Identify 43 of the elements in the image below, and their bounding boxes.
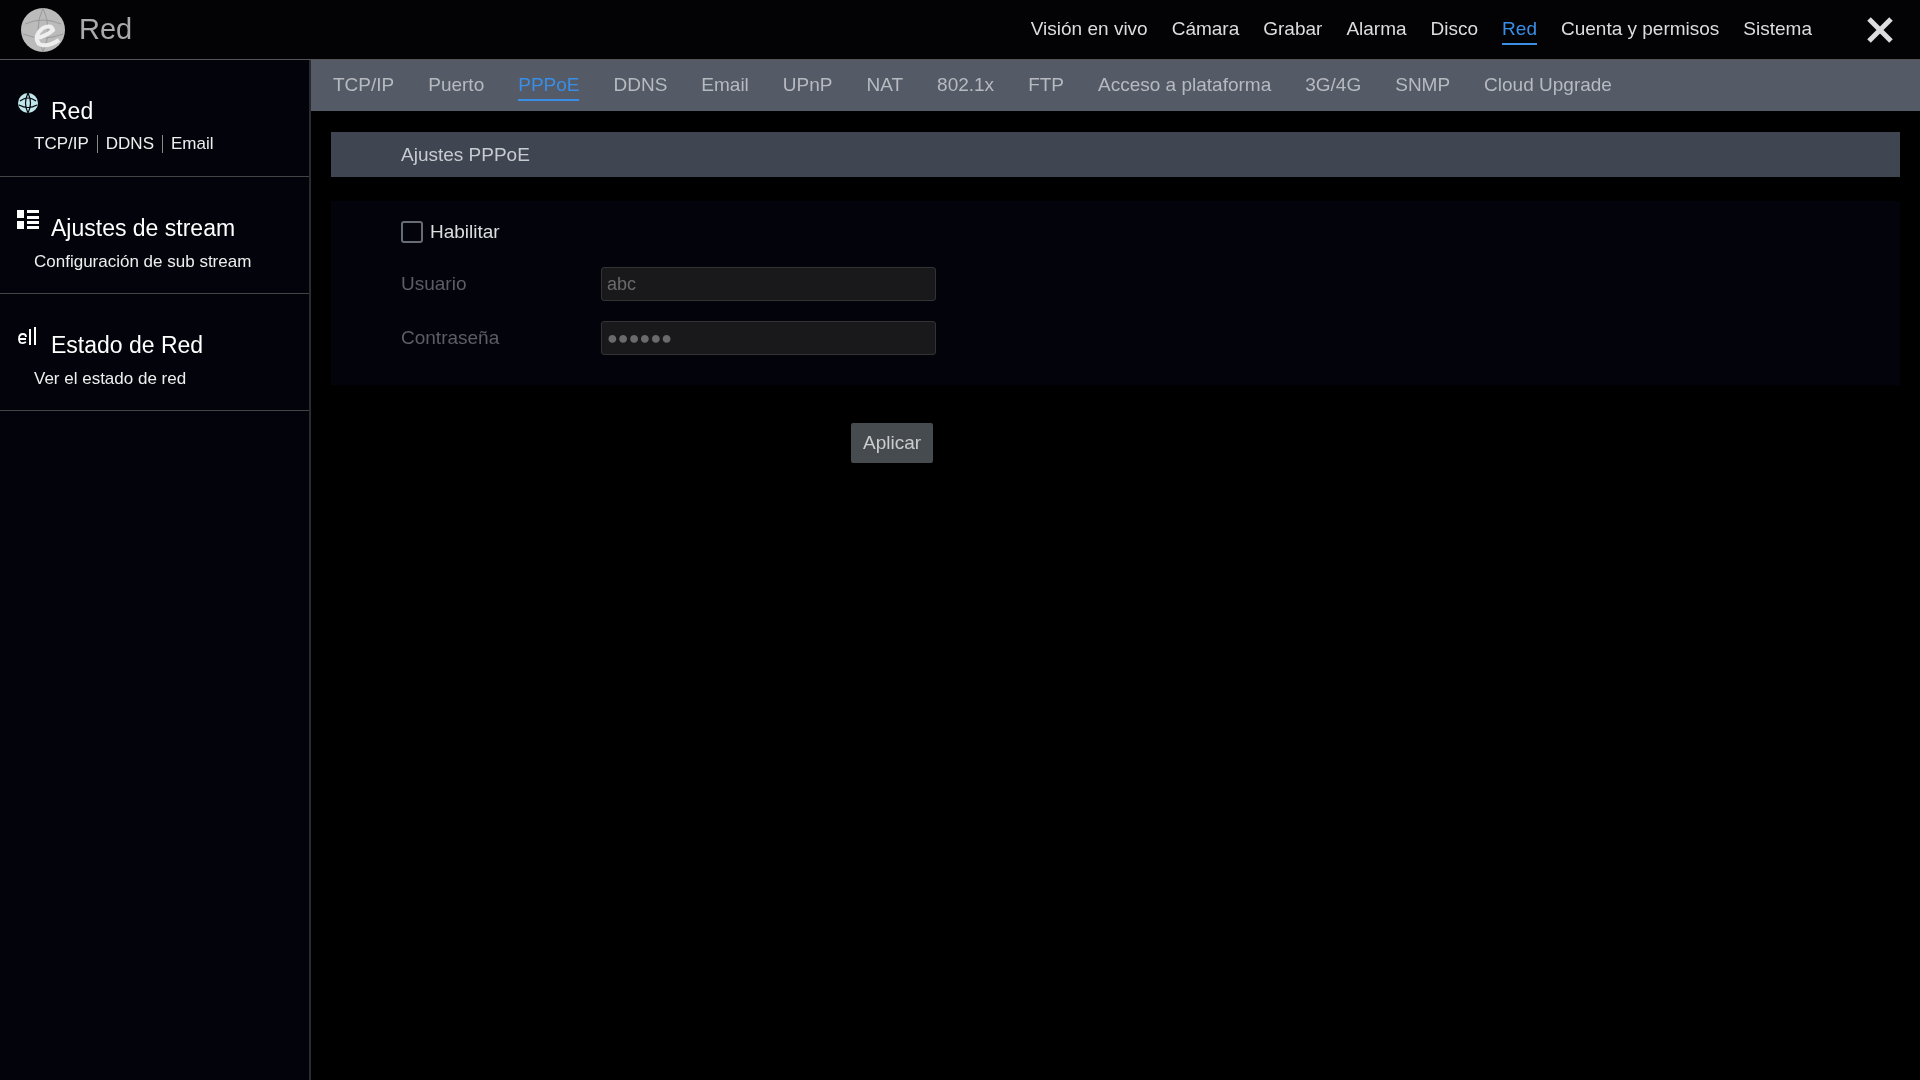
sidebar-item-title: Red — [51, 98, 94, 125]
app-title: Red — [79, 13, 133, 46]
settings-tab[interactable]: Acceso a plataforma — [1098, 70, 1272, 101]
nav-tab[interactable]: Cámara — [1171, 14, 1240, 45]
checkbox-label: Habilitar — [430, 221, 500, 243]
settings-tab[interactable]: Email — [701, 70, 749, 101]
enable-checkbox[interactable] — [401, 221, 423, 243]
nav-tab[interactable]: Sistema — [1743, 14, 1812, 45]
sidebar-item-subtitle: Ver el estado de red — [34, 369, 187, 389]
settings-tab[interactable]: SNMP — [1395, 70, 1451, 101]
settings-tab[interactable]: NAT — [866, 70, 904, 101]
settings-tab[interactable]: DDNS — [613, 70, 668, 101]
settings-tab[interactable]: Puerto — [428, 70, 485, 101]
sidebar-item[interactable]: Red TCP/IP DDNS Email — [0, 60, 309, 177]
sidebar-item[interactable]: Ajustes de stream Configuración de sub stream — [0, 177, 309, 294]
apply-button[interactable]: Aplicar — [851, 423, 934, 463]
field-label: Contraseña — [401, 327, 501, 349]
sidebar-item-title: Estado de Red — [51, 332, 204, 359]
nav-tab[interactable]: Disco — [1430, 14, 1479, 45]
field-label: Usuario — [401, 273, 468, 295]
logo-icon — [19, 5, 67, 54]
settings-tab[interactable]: UPnP — [782, 70, 833, 101]
sidebar-link[interactable]: DDNS — [96, 135, 162, 153]
sidebar-item[interactable]: Estado de Red Ver el estado de red — [0, 294, 309, 411]
sidebar-link[interactable]: Email — [161, 135, 222, 153]
nav-tab[interactable]: Red — [1502, 14, 1537, 45]
list-grid-icon — [17, 209, 39, 231]
nav-tab[interactable]: Alarma — [1346, 14, 1407, 45]
settings-tab[interactable]: FTP — [1028, 70, 1064, 101]
settings-tab[interactable]: TCP/IP — [333, 70, 395, 101]
section-title: Ajustes PPPoE — [401, 143, 530, 166]
settings-tab[interactable]: 3G/4G — [1305, 70, 1362, 101]
nav-tab[interactable]: Grabar — [1263, 14, 1323, 45]
nav-tab[interactable]: Cuenta y permisos — [1560, 14, 1720, 45]
network-status-icon — [17, 326, 39, 348]
sidebar-link[interactable]: TCP/IP — [34, 135, 97, 153]
close-icon[interactable] — [1866, 15, 1894, 44]
sidebar-item-subtitle: Configuración de sub stream — [34, 252, 252, 272]
sidebar-item-title: Ajustes de stream — [51, 215, 236, 242]
globe-icon — [17, 92, 39, 114]
settings-tab[interactable]: 802.1x — [937, 70, 995, 101]
nav-tab[interactable]: Visión en vivo — [1030, 14, 1148, 45]
settings-tab[interactable]: Cloud Upgrade — [1484, 70, 1612, 101]
